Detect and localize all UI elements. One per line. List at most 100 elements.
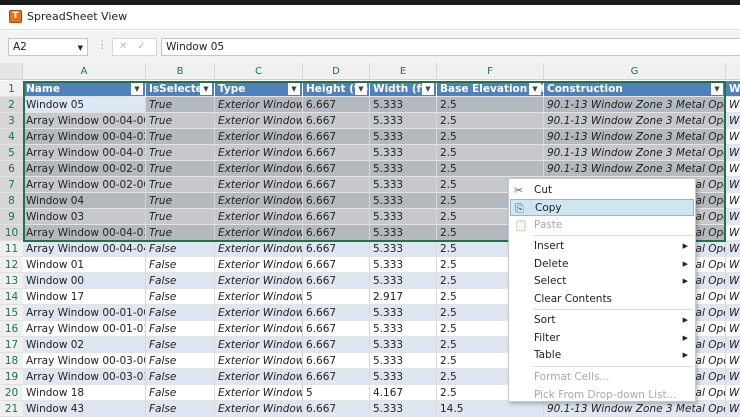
table-cell[interactable]: 5.333 [370, 113, 437, 129]
filter-dropdown-icon[interactable]: ▼ [200, 83, 212, 95]
header-cell[interactable]: Construction ▼ [544, 81, 726, 97]
table-cell[interactable]: Exterior Window [215, 177, 303, 193]
column-header-b[interactable]: B [146, 63, 215, 80]
table-cell[interactable]: Wo [726, 97, 740, 113]
table-cell[interactable]: 6.667 [303, 305, 370, 321]
table-cell[interactable]: Wo [726, 401, 740, 417]
column-header-f[interactable]: F [437, 63, 544, 80]
table-cell[interactable]: 5.333 [370, 193, 437, 209]
table-cell[interactable]: Array Window 00-02-01 [23, 161, 146, 177]
table-cell[interactable]: True [146, 129, 215, 145]
column-header-c[interactable]: C [215, 63, 303, 80]
row-header[interactable]: 21 [0, 401, 23, 417]
header-cell[interactable]: Wa [726, 81, 740, 97]
chevron-down-icon[interactable]: ▼ [78, 44, 83, 52]
table-cell[interactable]: False [146, 257, 215, 273]
row-header[interactable]: 20 [0, 385, 23, 401]
row-header[interactable]: 2 [0, 97, 23, 113]
table-cell[interactable]: Wo [726, 241, 740, 257]
menu-item-copy[interactable]: ⎘ Copy [510, 199, 694, 216]
table-cell[interactable]: Exterior Window [215, 321, 303, 337]
table-cell[interactable]: Window 43 [23, 401, 146, 417]
table-cell[interactable]: 5.333 [370, 369, 437, 385]
table-cell[interactable]: 2.917 [370, 289, 437, 305]
menu-item-delete[interactable]: Delete ▶ [510, 256, 694, 273]
table-cell[interactable]: Wo [726, 305, 740, 321]
row-header[interactable]: 7 [0, 177, 23, 193]
table-cell[interactable]: 5.333 [370, 321, 437, 337]
header-cell[interactable]: Base Elevation (ft) ▼ [437, 81, 544, 97]
row-header[interactable]: 12 [0, 257, 23, 273]
table-cell[interactable]: False [146, 289, 215, 305]
table-cell[interactable]: True [146, 225, 215, 241]
table-cell[interactable]: 4.167 [370, 385, 437, 401]
filter-dropdown-icon[interactable]: ▼ [131, 83, 143, 95]
table-cell[interactable]: Exterior Window [215, 401, 303, 417]
table-cell[interactable]: 6.667 [303, 241, 370, 257]
table-cell[interactable]: False [146, 401, 215, 417]
table-cell[interactable]: Array Window 00-02-00 [23, 177, 146, 193]
table-cell[interactable]: 90.1-13 Window Zone 3 Metal Oper [544, 145, 726, 161]
table-cell[interactable]: True [146, 177, 215, 193]
table-cell[interactable]: True [146, 145, 215, 161]
filter-dropdown-icon[interactable]: ▼ [529, 83, 541, 95]
filter-dropdown-icon[interactable]: ▼ [355, 83, 367, 95]
row-header[interactable]: 16 [0, 321, 23, 337]
select-all-corner[interactable] [0, 63, 23, 80]
table-cell[interactable]: 6.667 [303, 193, 370, 209]
table-cell[interactable]: True [146, 97, 215, 113]
table-cell[interactable]: Wo [726, 353, 740, 369]
table-cell[interactable]: 5.333 [370, 257, 437, 273]
table-cell[interactable]: Array Window 00-01-00 [23, 305, 146, 321]
table-cell[interactable]: False [146, 241, 215, 257]
table-cell[interactable]: Exterior Window [215, 193, 303, 209]
table-cell[interactable]: Array Window 00-04-04 [23, 241, 146, 257]
table-cell[interactable]: 6.667 [303, 97, 370, 113]
table-cell[interactable]: 5.333 [370, 225, 437, 241]
table-cell[interactable]: Array Window 00-04-01 [23, 145, 146, 161]
row-header[interactable]: 10 [0, 225, 23, 241]
table-cell[interactable]: 6.667 [303, 257, 370, 273]
row-header[interactable]: 5 [0, 145, 23, 161]
table-cell[interactable]: False [146, 273, 215, 289]
table-cell[interactable]: Wo [726, 289, 740, 305]
filter-dropdown-icon[interactable]: ▼ [422, 83, 434, 95]
table-cell[interactable]: 5.333 [370, 273, 437, 289]
table-cell[interactable]: Wo [726, 193, 740, 209]
table-cell[interactable]: Exterior Window [215, 385, 303, 401]
table-cell[interactable]: Exterior Window [215, 337, 303, 353]
table-cell[interactable]: 6.667 [303, 145, 370, 161]
table-cell[interactable]: Wo [726, 129, 740, 145]
table-cell[interactable]: Exterior Window [215, 353, 303, 369]
table-cell[interactable]: 6.667 [303, 401, 370, 417]
table-cell[interactable]: 5.333 [370, 145, 437, 161]
table-cell[interactable]: True [146, 193, 215, 209]
table-cell[interactable]: Wo [726, 225, 740, 241]
table-cell[interactable]: Window 03 [23, 209, 146, 225]
table-cell[interactable]: Array Window 00-04-03 [23, 225, 146, 241]
table-cell[interactable]: Wo [726, 385, 740, 401]
column-header-g[interactable]: G [544, 63, 726, 80]
name-box[interactable]: A2 ▼ [8, 38, 88, 56]
row-header[interactable]: 4 [0, 129, 23, 145]
table-cell[interactable]: 2.5 [437, 145, 544, 161]
header-cell[interactable]: IsSelected ▼ [146, 81, 215, 97]
row-header[interactable]: 1 [0, 81, 23, 97]
table-cell[interactable]: Array Window 00-04-02 [23, 129, 146, 145]
table-cell[interactable]: 5 [303, 289, 370, 305]
table-cell[interactable]: Wo [726, 321, 740, 337]
table-cell[interactable]: Window 01 [23, 257, 146, 273]
table-cell[interactable]: False [146, 337, 215, 353]
table-cell[interactable]: 90.1-13 Window Zone 3 Metal Oper [544, 97, 726, 113]
filter-dropdown-icon[interactable]: ▼ [288, 83, 300, 95]
column-header-a[interactable]: A [23, 63, 146, 80]
table-cell[interactable]: Exterior Window [215, 113, 303, 129]
table-cell[interactable]: Exterior Window [215, 369, 303, 385]
table-cell[interactable]: 90.1-13 Window Zone 3 Metal Oper [544, 129, 726, 145]
table-cell[interactable]: Window 00 [23, 273, 146, 289]
row-header[interactable]: 14 [0, 289, 23, 305]
table-cell[interactable]: Wo [726, 369, 740, 385]
table-cell[interactable]: 6.667 [303, 353, 370, 369]
table-cell[interactable]: 5.333 [370, 401, 437, 417]
table-cell[interactable]: Exterior Window [215, 273, 303, 289]
